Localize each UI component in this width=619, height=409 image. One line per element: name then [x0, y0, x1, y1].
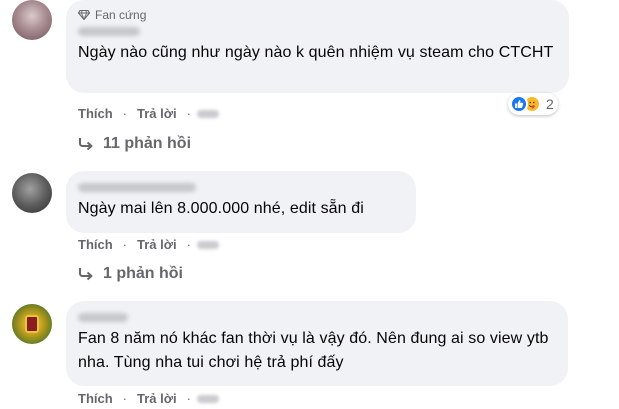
reply-button[interactable]: Trả lời — [137, 391, 177, 406]
like-button[interactable]: Thích — [78, 106, 113, 121]
timestamp-redacted[interactable] — [196, 394, 219, 403]
reaction-summary[interactable]: 2 — [508, 93, 558, 115]
comment-actions: Thích · Trả lời · — [78, 106, 219, 121]
comment-text: Ngày mai lên 8.000.000 nhé, edit sẵn đi — [78, 200, 364, 217]
timestamp-redacted[interactable] — [196, 240, 219, 249]
comment-text: Ngày nào cũng như ngày nào k quên nhiệm … — [78, 44, 554, 61]
comment-author-redacted[interactable] — [78, 23, 557, 39]
comment-actions: Thích · Trả lời · — [78, 237, 219, 252]
like-button[interactable]: Thích — [78, 237, 113, 252]
view-replies-label: 1 phản hồi — [103, 265, 183, 282]
comment-bubble: Fan 8 năm nó khác fan thời vụ là vậy đó.… — [66, 301, 568, 386]
timestamp-redacted[interactable] — [196, 109, 219, 118]
fan-badge-label: Fan cứng — [95, 8, 147, 22]
like-button[interactable]: Thích — [78, 391, 113, 406]
reply-button[interactable]: Trả lời — [137, 106, 177, 121]
action-separator: · — [122, 391, 128, 406]
action-separator: · — [186, 391, 191, 406]
reply-arrow-icon — [79, 138, 93, 151]
commenter-avatar[interactable] — [12, 0, 52, 40]
comment-author-redacted[interactable] — [78, 309, 556, 325]
fan-badge: Fan cứng — [78, 7, 557, 23]
comment-bubble: Fan cứng Ngày nào cũng như ngày nào k qu… — [66, 0, 569, 93]
action-separator: · — [186, 106, 191, 121]
commenter-avatar[interactable] — [12, 173, 52, 213]
comment-text: Fan 8 năm nó khác fan thời vụ là vậy đó.… — [78, 330, 549, 371]
like-icon — [510, 95, 528, 113]
reply-button[interactable]: Trả lời — [137, 237, 177, 252]
view-replies-link[interactable]: 1 phản hồi — [78, 265, 183, 283]
view-replies-label: 11 phản hồi — [103, 135, 192, 152]
comment-author-redacted[interactable] — [78, 179, 404, 195]
reply-arrow-icon — [79, 268, 93, 281]
diamond-icon — [78, 10, 90, 20]
commenter-avatar[interactable] — [12, 304, 52, 344]
action-separator: · — [122, 106, 128, 121]
comment-actions: Thích · Trả lời · — [78, 391, 219, 406]
action-separator: · — [122, 237, 128, 252]
reaction-count: 2 — [546, 96, 554, 112]
action-separator: · — [186, 237, 191, 252]
comment-bubble: Ngày mai lên 8.000.000 nhé, edit sẵn đi — [66, 171, 416, 233]
view-replies-link[interactable]: 11 phản hồi — [78, 135, 191, 153]
